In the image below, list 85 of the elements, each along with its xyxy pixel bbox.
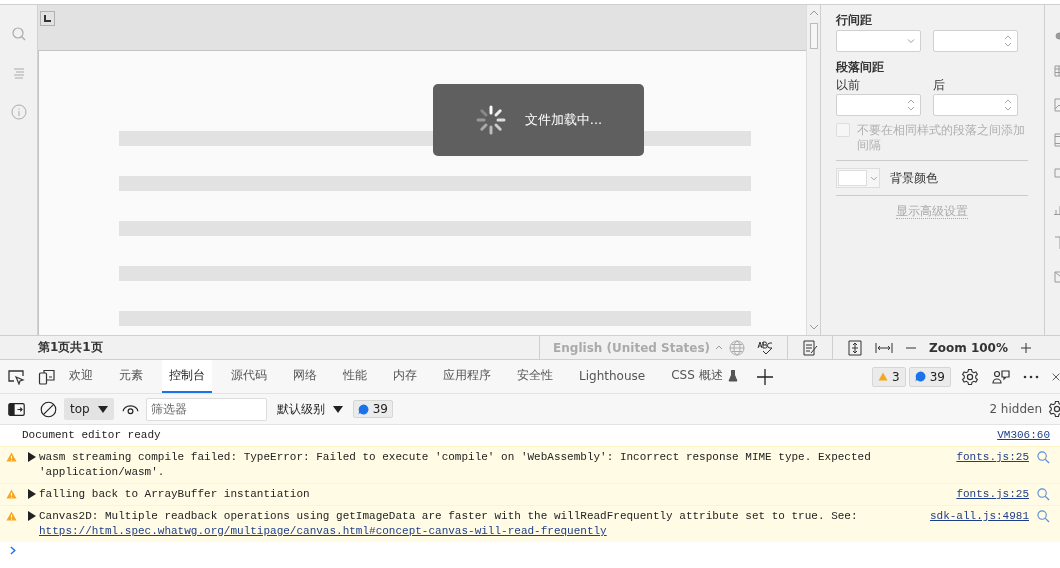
devtools-tab[interactable]: 元素 bbox=[112, 360, 150, 393]
search-icon[interactable] bbox=[1037, 488, 1050, 501]
expand-triangle-icon[interactable] bbox=[28, 452, 36, 462]
warning-icon bbox=[6, 489, 17, 499]
warnings-counter[interactable]: 3 bbox=[872, 366, 906, 387]
line-spacing-dropdown[interactable] bbox=[836, 30, 921, 52]
section-heading: 段落间距 bbox=[836, 59, 885, 76]
filter-field[interactable]: 筛选器 bbox=[145, 397, 267, 421]
add-tab-icon[interactable] bbox=[756, 368, 773, 385]
url-link[interactable]: https://html.spec.whatwg.org/multipage/canvas.html#concept-canvas-will-read-frequently bbox=[39, 524, 910, 539]
globe-icon[interactable] bbox=[729, 339, 746, 356]
scroll-thumb[interactable] bbox=[809, 23, 818, 49]
device-icon[interactable] bbox=[38, 368, 56, 385]
devtools-tab[interactable]: 性能 bbox=[336, 360, 374, 393]
scrollbar[interactable] bbox=[806, 5, 820, 335]
spellcheck-icon[interactable] bbox=[757, 340, 774, 355]
message-icon bbox=[357, 403, 369, 415]
info-icon[interactable] bbox=[10, 104, 27, 120]
search-icon[interactable] bbox=[10, 26, 27, 42]
messages-counter[interactable]: 39 bbox=[352, 400, 393, 418]
source-link[interactable]: fonts.js:25 bbox=[956, 487, 1029, 502]
spinner-icon bbox=[474, 104, 507, 136]
caret-icon bbox=[870, 175, 878, 181]
field-label: 背景颜色 bbox=[890, 169, 938, 187]
spin-field[interactable] bbox=[836, 94, 921, 116]
more-icon[interactable] bbox=[1023, 374, 1039, 379]
source-link[interactable]: VM306:60 bbox=[997, 428, 1050, 443]
checkbox-label: 不要在相同样式的段落之间添加间隔 bbox=[857, 123, 1026, 153]
spinner-arrows-icon bbox=[1004, 98, 1012, 112]
context-dropdown[interactable]: top bbox=[64, 398, 114, 420]
expand-triangle-icon[interactable] bbox=[28, 511, 36, 521]
fit-width-icon[interactable] bbox=[875, 341, 894, 354]
track-changes-icon[interactable] bbox=[802, 339, 819, 356]
caret-icon bbox=[907, 38, 915, 44]
console-message: wasm streaming compile failed: TypeError: Failed to execute 'compile' on 'WebAssembly': Incorrect response MIME type. Expected 'application/wasm'. bbox=[39, 450, 872, 480]
expand-triangle-icon[interactable] bbox=[28, 489, 36, 499]
search-icon[interactable] bbox=[1037, 451, 1050, 464]
fit-page-icon[interactable] bbox=[847, 339, 864, 356]
console-message: falling back to ArrayBuffer instantiation bbox=[39, 487, 311, 502]
prompt-chevron-icon[interactable] bbox=[10, 546, 17, 555]
zoom-in-icon[interactable] bbox=[1020, 341, 1032, 354]
console-message: Document editor ready bbox=[22, 429, 161, 441]
spin-field[interactable] bbox=[933, 94, 1018, 116]
clear-console-icon[interactable] bbox=[40, 400, 57, 418]
spinner-arrows-icon bbox=[907, 98, 915, 112]
devtools-tab[interactable]: 内存 bbox=[386, 360, 424, 393]
caret-icon bbox=[332, 405, 343, 413]
source-link[interactable]: sdk-all.js:4981 bbox=[929, 509, 1029, 524]
spin-field[interactable] bbox=[933, 30, 1018, 52]
caret-up-icon[interactable] bbox=[715, 345, 724, 350]
caret-icon bbox=[97, 405, 108, 413]
search-icon[interactable] bbox=[1037, 510, 1050, 523]
devtools-tab[interactable]: 欢迎 bbox=[62, 360, 100, 393]
tab-stop-icon[interactable] bbox=[40, 11, 55, 26]
warning-icon bbox=[878, 372, 889, 381]
color-picker[interactable] bbox=[836, 168, 880, 188]
message-icon bbox=[914, 371, 926, 382]
scroll-up-icon[interactable] bbox=[808, 9, 819, 17]
settings-icon[interactable] bbox=[961, 367, 979, 386]
warning-icon bbox=[6, 511, 17, 521]
field-label: 以前 bbox=[836, 77, 861, 94]
sidebar-toggle-icon[interactable] bbox=[8, 402, 25, 416]
devtools-tab[interactable]: Lighthouse bbox=[572, 360, 653, 393]
loading-text: 文件加载中... bbox=[524, 111, 603, 129]
devtools-tab[interactable]: 安全性 bbox=[510, 360, 560, 393]
hidden-count: 2 hidden bbox=[989, 402, 1042, 416]
page-info: 第1页共1页 bbox=[38, 339, 103, 356]
eye-icon[interactable] bbox=[121, 403, 139, 415]
log-level-dropdown[interactable]: 默认级别 bbox=[276, 400, 343, 418]
section-heading: 行间距 bbox=[836, 12, 873, 29]
zoom-level: Zoom 100% bbox=[929, 340, 1008, 355]
source-link[interactable]: fonts.js:25 bbox=[956, 450, 1029, 465]
devtools-tab[interactable]: 源代码 bbox=[224, 360, 274, 393]
devtools-tab[interactable]: 网络 bbox=[286, 360, 324, 393]
devtools-tab[interactable]: 控制台 bbox=[162, 360, 212, 393]
devtools-tab[interactable]: 应用程序 bbox=[436, 360, 498, 393]
warning-icon bbox=[6, 452, 17, 462]
inspect-icon[interactable] bbox=[7, 368, 25, 385]
devtools-tab[interactable]: CSS 概述 bbox=[664, 360, 745, 393]
spinner-arrows-icon bbox=[1004, 34, 1012, 48]
console-message: Canvas2D: Multiple readback operations using getImageData are faster with the willReadFrequently attribute set to true. See: bbox=[39, 509, 859, 524]
field-label: 后 bbox=[933, 77, 946, 94]
scroll-down-icon[interactable] bbox=[808, 323, 819, 331]
customize-icon[interactable] bbox=[992, 368, 1010, 385]
messages-counter[interactable]: 39 bbox=[908, 366, 951, 387]
